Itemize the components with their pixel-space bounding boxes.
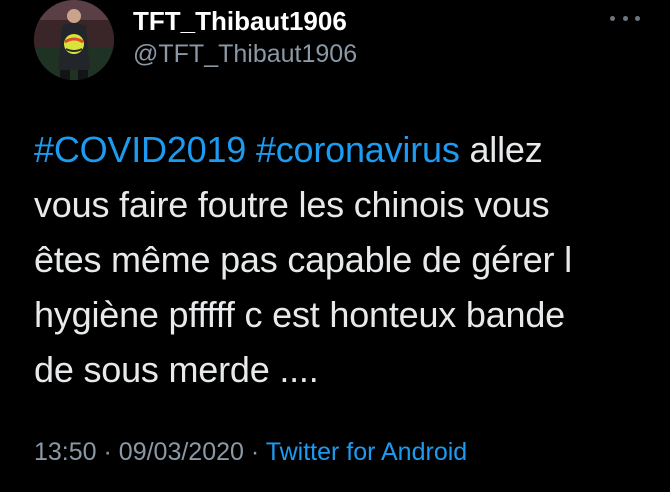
avatar-image xyxy=(34,0,114,80)
tweet-text: #COVID2019 #coronavirus allez vous faire… xyxy=(34,122,644,397)
tweet-line: #COVID2019 #coronavirus allez xyxy=(34,122,644,177)
meta-separator: · xyxy=(103,438,112,466)
tweet-meta: 13:50 · 09/03/2020 · Twitter for Android xyxy=(34,438,467,467)
more-dot xyxy=(610,15,615,21)
tweet-source-link[interactable]: Twitter for Android xyxy=(266,438,467,466)
tweet-line: hygiène pfffff c est honteux bande xyxy=(34,294,565,335)
avatar[interactable] xyxy=(34,0,114,80)
user-handle[interactable]: @TFT_Thibaut1906 xyxy=(133,40,357,69)
tweet-time[interactable]: 13:50 xyxy=(34,438,97,466)
tweet-date[interactable]: 09/03/2020 xyxy=(119,438,244,466)
tweet-line: de sous merde .... xyxy=(34,349,319,390)
more-dot xyxy=(622,15,628,21)
more-dot xyxy=(635,15,640,21)
tweet-line-text: allez xyxy=(459,129,543,170)
hashtag-coronavirus[interactable]: #coronavirus xyxy=(256,129,460,170)
display-name[interactable]: TFT_Thibaut1906 xyxy=(133,6,347,37)
meta-separator: · xyxy=(250,438,260,466)
hashtag-covid2019[interactable]: #COVID2019 xyxy=(34,129,246,170)
tweet-line: vous faire foutre les chinois vous xyxy=(34,184,550,225)
more-options-icon[interactable] xyxy=(610,8,640,28)
tweet-line: êtes même pas capable de gérer l xyxy=(34,239,572,280)
